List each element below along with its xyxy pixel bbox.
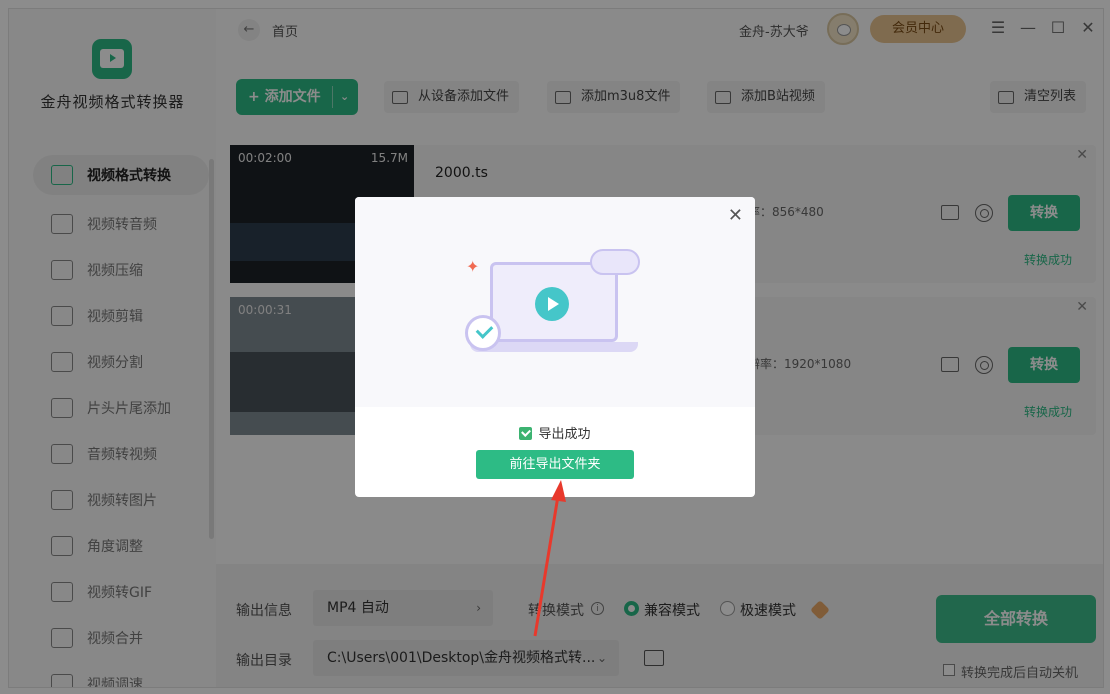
export-success-text: 导出成功 [538,427,591,442]
check-circle-icon [465,315,501,351]
export-success-message: 导出成功 [355,423,755,442]
close-dialog-icon[interactable]: ✕ [728,205,743,226]
sparkle-icon: ✦ [466,257,480,276]
open-export-folder-button[interactable]: 前往导出文件夹 [476,450,634,479]
export-success-dialog: ✦ ✕ 导出成功 前往导出文件夹 [355,197,755,497]
checkbox-checked-icon [519,427,533,440]
play-icon [535,287,569,321]
export-success-illustration: ✦ [450,237,670,367]
cloud-icon [590,249,640,275]
dialog-illustration-area: ✦ [355,197,755,407]
